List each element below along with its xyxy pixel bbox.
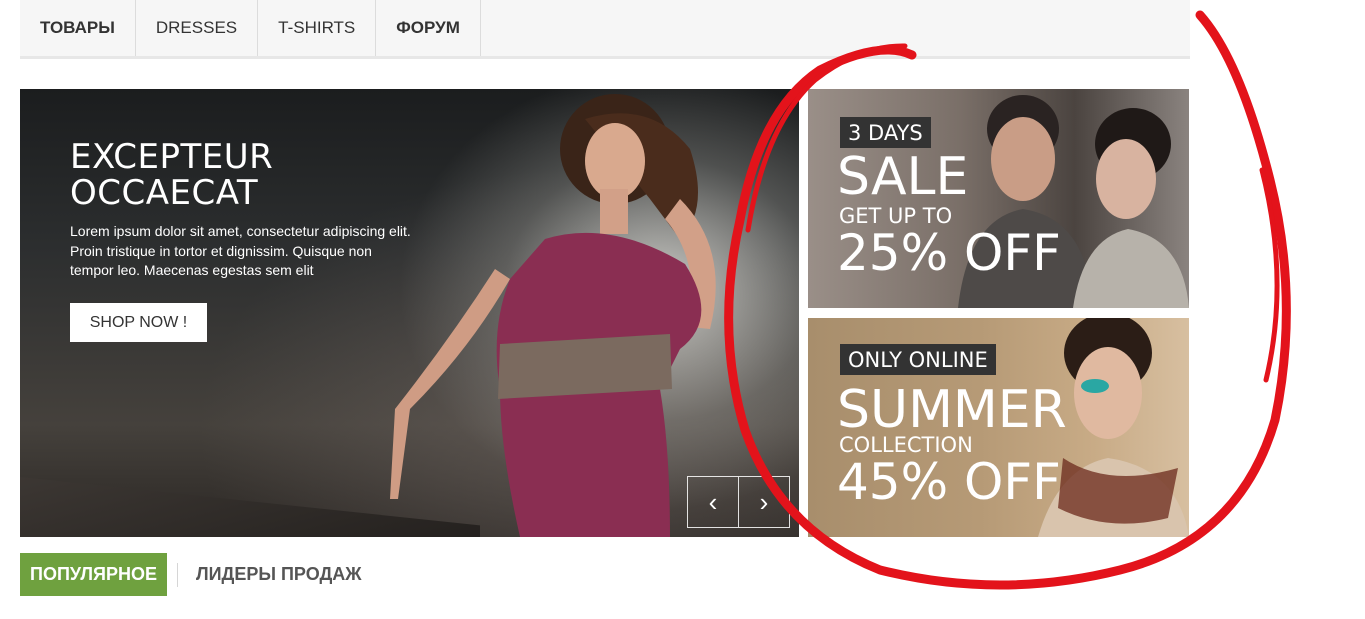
menu-item-dresses[interactable]: DRESSES [136,0,259,56]
menu-item-forum[interactable]: ФОРУМ [376,0,481,56]
slide-title-line-1: EXCEPTEUR [70,137,274,177]
summer-collection-banner[interactable]: ONLY ONLINE SUMMER COLLECTION 45% OFF [808,318,1189,537]
slider-controls: ‹ › [687,476,790,528]
slider-model-image [390,94,716,537]
chevron-right-icon[interactable]: › [738,477,789,527]
homepage-slider: EXCEPTEUR OCCAECAT Lorem ipsum dolor sit… [20,89,799,537]
top-menu: ТОВАРЫ DRESSES T-SHIRTS ФОРУМ [20,0,1190,59]
banner-discount: 25% OFF [837,224,1061,282]
tab-popular[interactable]: ПОПУЛЯРНОЕ [20,553,167,596]
shop-now-button[interactable]: SHOP NOW ! [70,303,207,342]
slide-title-line-2: OCCAECAT [70,173,259,213]
product-tabs: ПОПУЛЯРНОЕ ЛИДЕРЫ ПРОДАЖ [20,553,372,596]
chevron-left-icon[interactable]: ‹ [688,477,738,527]
sale-banner[interactable]: 3 DAYS SALE GET UP TO 25% OFF [808,89,1189,308]
slide-title: EXCEPTEUR OCCAECAT [70,139,390,211]
menu-item-products[interactable]: ТОВАРЫ [20,0,136,56]
tab-bestsellers[interactable]: ЛИДЕРЫ ПРОДАЖ [176,562,372,587]
banner-tag: 3 DAYS [840,117,931,148]
banner-headline: SUMMER [837,380,1067,440]
banner-headline: SALE [837,147,969,207]
slide-description: Lorem ipsum dolor sit amet, consectetur … [70,223,411,278]
banner-discount: 45% OFF [837,453,1061,511]
menu-item-tshirts[interactable]: T-SHIRTS [258,0,377,56]
banner-tag: ONLY ONLINE [840,344,996,375]
